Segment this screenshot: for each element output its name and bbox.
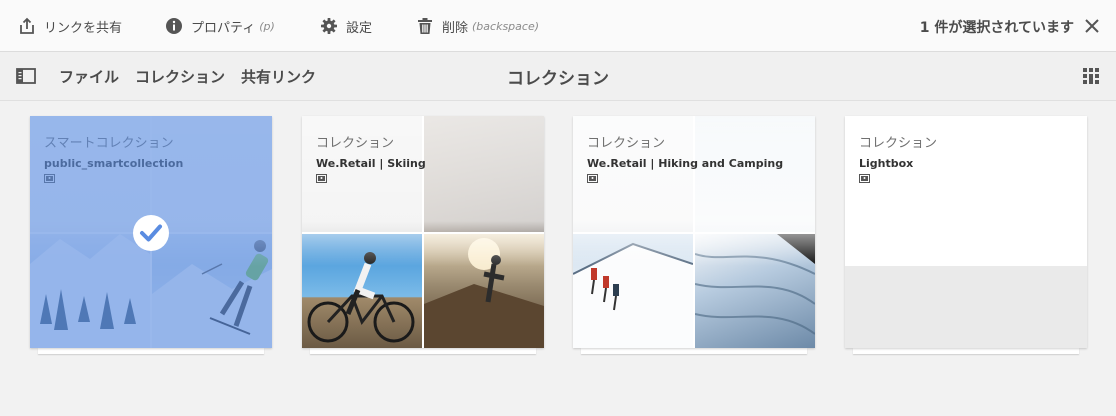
collection-card[interactable]: コレクション We.Retail | Skiing [302,116,544,348]
card-info: コレクション We.Retail | Hiking and Camping [587,132,783,184]
nav-shared-links[interactable]: 共有リンク [241,66,316,87]
share-link-button[interactable]: リンクを共有 [18,0,122,52]
delete-button[interactable]: 削除 (backspace) [416,0,539,52]
settings-label: 設定 [346,20,373,36]
card-stack-shadow [310,348,536,354]
close-icon[interactable] [1082,16,1102,36]
card-view-icon[interactable] [1082,67,1100,85]
delete-label: 削除 [442,20,469,36]
card-info: コレクション We.Retail | Skiing [316,132,426,184]
collection-icon [859,174,870,183]
card-title: We.Retail | Skiing [316,157,426,170]
nav-collections[interactable]: コレクション [135,66,225,87]
card-type: コレクション [316,136,395,151]
properties-button[interactable]: プロパティ (p) [165,0,275,52]
card-title: Lightbox [859,157,914,170]
rail-toggle-icon[interactable] [16,68,36,84]
card-stack-shadow [853,348,1079,354]
card-info: コレクション Lightbox [859,132,937,184]
collection-card[interactable]: コレクション Lightbox [845,116,1087,348]
card-title: We.Retail | Hiking and Camping [587,157,784,170]
properties-label: プロパティ [191,20,256,36]
properties-shortcut: (p) [259,19,275,33]
empty-thumbnail [845,266,1087,348]
share-link-label: リンクを共有 [44,20,123,36]
card-type: コレクション [859,136,938,151]
share-icon [20,17,34,34]
collection-card[interactable]: スマートコレクション public_smartcollection [30,116,272,348]
info-icon [166,18,182,34]
collection-card[interactable]: コレクション We.Retail | Hiking and Camping [573,116,815,348]
settings-button[interactable]: 設定 [320,0,372,52]
collection-icon [316,174,327,183]
delete-shortcut: (backspace) [472,19,540,33]
checkmark-icon[interactable] [132,214,170,252]
card-stack-shadow [38,348,264,354]
collection-icon [587,174,598,183]
title-bar: ファイル コレクション 共有リンク コレクション [0,52,1116,101]
card-stack-shadow [581,348,807,354]
selection-status: 1 件が選択されています [919,20,1074,36]
trash-icon [418,18,432,34]
gear-icon [321,18,337,34]
nav-files[interactable]: ファイル [59,66,119,87]
card-type: コレクション [587,136,666,151]
action-bar: リンクを共有 プロパティ (p) 設定 削除 (backspace) 1 件が選… [0,0,1116,52]
